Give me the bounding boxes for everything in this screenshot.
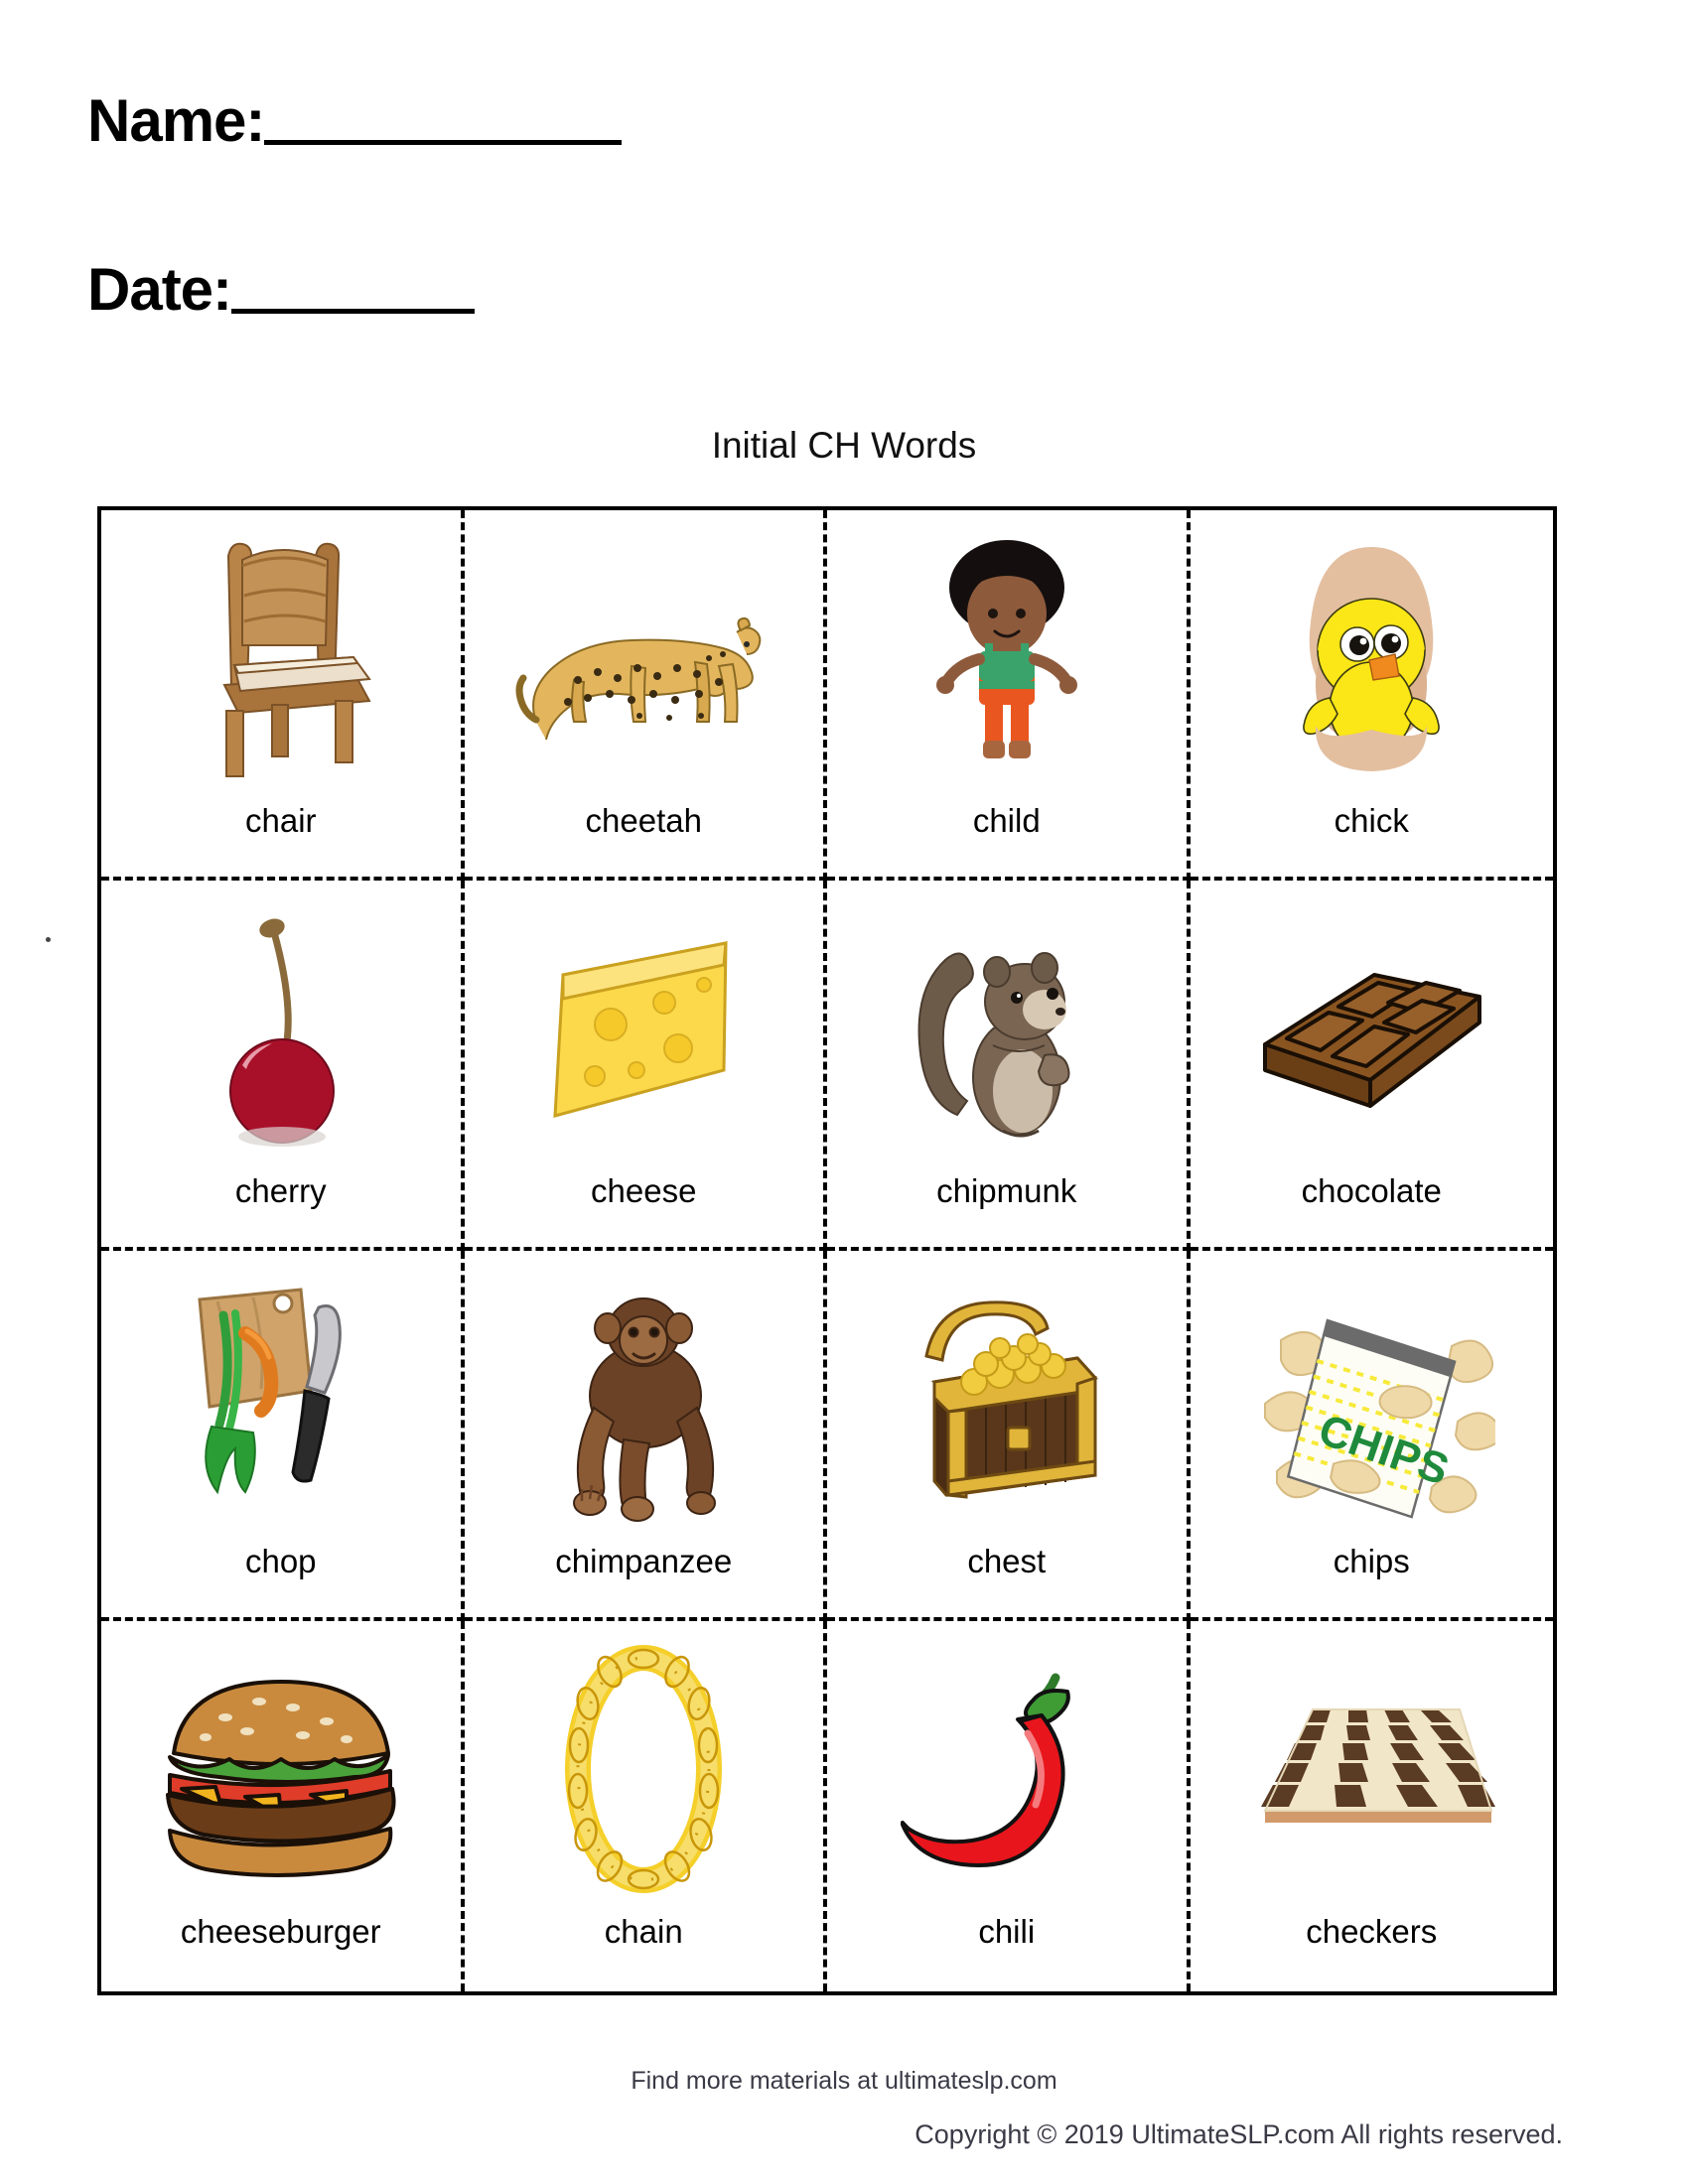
child-image xyxy=(827,520,1187,800)
cell-label: chair xyxy=(244,802,317,839)
grid-cell-chest[interactable]: chest xyxy=(827,1251,1191,1621)
grid-cell-cheetah[interactable]: cheetah xyxy=(464,510,827,881)
cell-label: child xyxy=(972,802,1041,839)
cell-label: chop xyxy=(244,1543,317,1579)
cell-label: cheese xyxy=(591,1172,697,1209)
chimpanzee-image xyxy=(465,1261,824,1541)
cell-label: chain xyxy=(604,1913,683,1950)
cell-label: chips xyxy=(1333,1543,1410,1579)
chips-image: CHIPS xyxy=(1191,1261,1554,1541)
chick-image xyxy=(1191,520,1554,800)
cheeseburger-image xyxy=(101,1631,461,1911)
grid-cell-chair[interactable]: chair xyxy=(101,510,465,881)
grid-cell-chips[interactable]: CHIPS chips xyxy=(1190,1251,1554,1621)
chop-image xyxy=(101,1261,461,1541)
name-write-line[interactable] xyxy=(264,140,623,145)
cell-label: checkers xyxy=(1306,1913,1438,1950)
footer-copyright: Copyright © 2019 UltimateSLP.com All rig… xyxy=(914,2119,1563,2149)
chest-image xyxy=(827,1261,1187,1541)
date-label: Date: xyxy=(87,256,232,323)
cell-label: chili xyxy=(978,1913,1036,1950)
grid-cell-chili[interactable]: chili xyxy=(827,1621,1191,1991)
cell-label: chest xyxy=(967,1543,1047,1579)
chili-image xyxy=(827,1631,1187,1911)
page-title: Initial CH Words xyxy=(711,425,977,466)
stray-mark xyxy=(46,937,51,942)
checkers-image xyxy=(1191,1631,1554,1911)
grid-cell-cheeseburger[interactable]: cheeseburger xyxy=(101,1621,465,1991)
cherry-image xyxy=(101,890,461,1170)
footer-find-more: Find more materials at ultimateslp.com xyxy=(631,2067,1057,2095)
cell-label: chipmunk xyxy=(936,1172,1077,1209)
grid-cell-chimpanzee[interactable]: chimpanzee xyxy=(464,1251,827,1621)
grid-cell-chop[interactable]: chop xyxy=(101,1251,465,1621)
cell-label: chimpanzee xyxy=(555,1543,733,1579)
cheese-image xyxy=(465,890,824,1170)
cell-label: chick xyxy=(1334,802,1409,839)
name-label: Name: xyxy=(87,87,265,154)
grid-cell-chipmunk[interactable]: chipmunk xyxy=(827,881,1191,1251)
cell-label: cheeseburger xyxy=(180,1913,381,1950)
grid-cell-chick[interactable]: chick xyxy=(1190,510,1554,881)
chain-image xyxy=(465,1631,824,1911)
worksheet-page: Name: Date: Initial CH Words chair cheet… xyxy=(0,0,1688,2184)
grid-cell-chocolate[interactable]: chocolate xyxy=(1190,881,1554,1251)
cell-label: chocolate xyxy=(1301,1172,1442,1209)
cell-label: cheetah xyxy=(585,802,702,839)
date-field-row: Date: xyxy=(87,256,476,323)
chocolate-image xyxy=(1191,890,1554,1170)
chipmunk-image xyxy=(827,890,1187,1170)
cell-label: cherry xyxy=(234,1172,327,1209)
grid-cell-child[interactable]: child xyxy=(827,510,1191,881)
grid-cell-checkers[interactable]: checkers xyxy=(1191,1621,1554,1991)
grid-cell-cheese[interactable]: cheese xyxy=(464,881,827,1251)
word-picture-grid: chair cheetah child chick cherry cheese … xyxy=(97,506,1557,1995)
name-field-row: Name: xyxy=(87,87,623,154)
cheetah-image xyxy=(465,520,824,800)
chair-image xyxy=(101,520,461,800)
date-write-line[interactable] xyxy=(231,309,476,314)
grid-cell-cherry[interactable]: cherry xyxy=(101,881,465,1251)
grid-cell-chain[interactable]: chain xyxy=(465,1621,827,1991)
